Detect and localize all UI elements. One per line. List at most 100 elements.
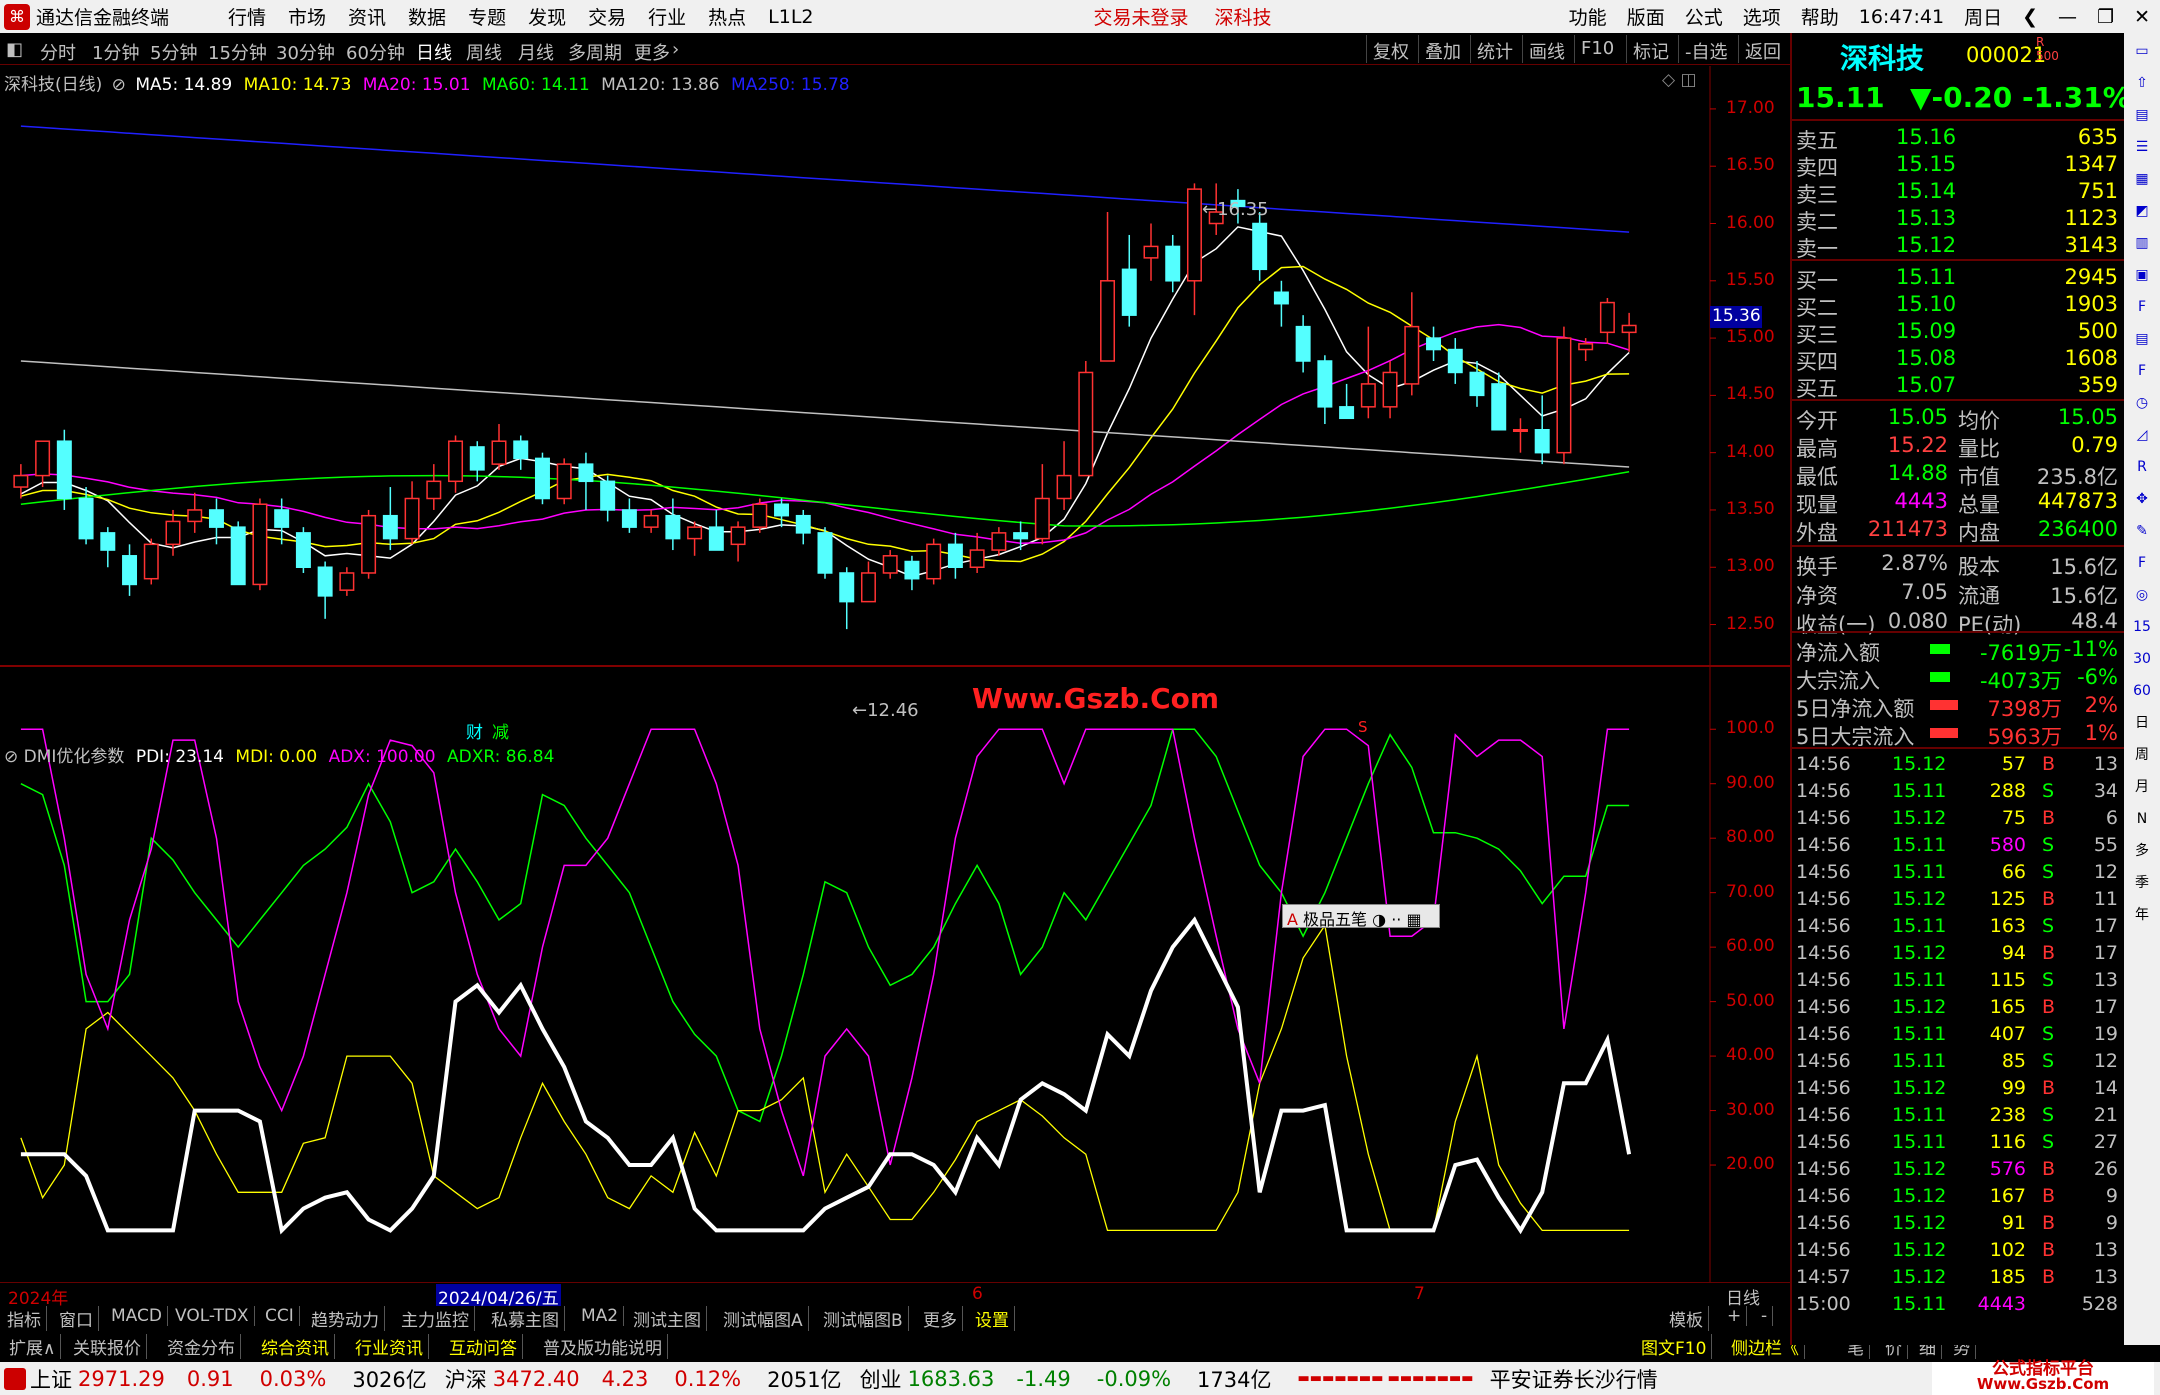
f2-icon[interactable]: F — [2128, 357, 2156, 385]
reduce-marker[interactable]: 减 — [492, 718, 509, 743]
index-name[interactable]: 创业 — [860, 1364, 902, 1394]
extension-tab[interactable]: 扩展∧ — [4, 1334, 62, 1359]
sidebar-period-5[interactable]: 季 — [2128, 869, 2156, 897]
clock-icon[interactable]: ◷ — [2128, 389, 2156, 417]
indicator-tab[interactable]: 设置 — [970, 1306, 1015, 1331]
btn-watchlist[interactable]: -自选 — [1678, 35, 1734, 63]
menu-function[interactable]: 功能 — [1569, 3, 1607, 30]
indicator-tab[interactable]: VOL-TDX — [170, 1306, 255, 1326]
menu-hot[interactable]: 热点 — [708, 3, 746, 30]
sidebar-period-3[interactable]: N — [2128, 805, 2156, 833]
close-icon[interactable]: ✕ — [2134, 6, 2150, 28]
extension-tab[interactable]: 综合资讯 — [256, 1334, 335, 1359]
arrows-icon[interactable]: ✥ — [2128, 485, 2156, 513]
extension-tab[interactable]: 行业资讯 — [350, 1334, 429, 1359]
tab-monthly[interactable]: 月线 — [518, 39, 554, 65]
panel-switch-tab[interactable]: 图文F10 — [1636, 1334, 1713, 1359]
btn-return[interactable]: 返回 — [1738, 35, 1787, 63]
tab-60min[interactable]: 60分钟 — [346, 39, 405, 65]
sidebar-period-4[interactable]: 多 — [2128, 837, 2156, 865]
num60-icon[interactable]: 60 — [2128, 677, 2156, 705]
tab-30min[interactable]: 30分钟 — [276, 39, 335, 65]
tab-1min[interactable]: 1分钟 — [92, 39, 139, 65]
zoom-icons[interactable]: ◇ ◫ — [1662, 70, 1697, 90]
btn-mark[interactable]: 标记 — [1626, 35, 1675, 63]
pen-icon[interactable]: ✎ — [2128, 517, 2156, 545]
doc-icon[interactable]: ▤ — [2128, 325, 2156, 353]
alarm-icon[interactable]: ◎ — [2128, 581, 2156, 609]
extension-tab[interactable]: 互动问答 — [444, 1334, 523, 1359]
extension-tab[interactable]: 资金分布 — [162, 1334, 241, 1359]
tab-multi-period[interactable]: 多周期 — [568, 39, 622, 65]
f10-icon[interactable]: F — [2128, 293, 2156, 321]
sidebar-period-0[interactable]: 日 — [2128, 709, 2156, 737]
ime-toolbar[interactable]: A 极品五笔 ◑ ·· ▦ — [1282, 904, 1440, 929]
btn-stats[interactable]: 统计 — [1470, 35, 1519, 63]
indicator-tab[interactable]: MA2 — [576, 1306, 625, 1326]
menu-industry[interactable]: 行业 — [648, 3, 686, 30]
btn-draw[interactable]: 画线 — [1522, 35, 1571, 63]
menu-market[interactable]: 市场 — [288, 3, 326, 30]
tab-5min[interactable]: 5分钟 — [150, 39, 197, 65]
book-icon[interactable]: ▤ — [2128, 101, 2156, 129]
menu-data[interactable]: 数据 — [408, 3, 446, 30]
menu-discover[interactable]: 发现 — [528, 3, 566, 30]
btn-overlay[interactable]: 叠加 — [1418, 35, 1467, 63]
table-icon[interactable]: ▣ — [2128, 261, 2156, 289]
template-button[interactable]: 模板 — [1664, 1306, 1709, 1331]
indicator-tab[interactable]: 测试幅图A — [718, 1306, 809, 1331]
indicator-tab[interactable]: 私募主图 — [486, 1306, 565, 1331]
menu-options[interactable]: 选项 — [1743, 3, 1781, 30]
panel-toggle-icon[interactable]: ◧ — [6, 39, 23, 60]
menu-help[interactable]: 帮助 — [1801, 3, 1839, 30]
grid-icon[interactable]: ▦ — [2128, 165, 2156, 193]
indicator-tab[interactable]: 窗口 — [54, 1306, 99, 1331]
legend-toggle-icon[interactable]: ⊘ — [4, 747, 18, 767]
tab-15min[interactable]: 15分钟 — [208, 39, 267, 65]
minimize-icon[interactable]: — — [2058, 6, 2077, 28]
chart-area[interactable]: 深科技(日线) ⊘ MA5: 14.89 MA10: 14.73 MA20: 1… — [0, 66, 1790, 1309]
menu-topics[interactable]: 专题 — [468, 3, 506, 30]
remove-indicator-button[interactable]: - — [1756, 1306, 1774, 1326]
indicator-tab[interactable]: 主力监控 — [396, 1306, 475, 1331]
extension-tab[interactable]: 普及版功能说明 — [538, 1334, 668, 1359]
num30-icon[interactable]: 30 — [2128, 645, 2156, 673]
tab-intraday[interactable]: 分时 — [40, 39, 76, 65]
rsi-icon[interactable]: R — [2128, 453, 2156, 481]
window-icon[interactable]: ▭ — [2128, 37, 2156, 65]
sidebar-period-2[interactable]: 月 — [2128, 773, 2156, 801]
indicator-tab[interactable]: 更多 — [918, 1306, 963, 1331]
num15-icon[interactable]: 15 — [2128, 613, 2156, 641]
indicator-tab[interactable]: 指标 — [2, 1306, 47, 1331]
login-status[interactable]: 交易未登录 — [1094, 3, 1189, 30]
menu-news[interactable]: 资讯 — [348, 3, 386, 30]
indicator-tab[interactable]: 趋势动力 — [306, 1306, 385, 1331]
fs-icon[interactable]: F — [2128, 549, 2156, 577]
index-name[interactable]: 上证 — [30, 1364, 72, 1394]
back-icon[interactable]: ❮ — [2022, 6, 2038, 28]
sidebar-period-1[interactable]: 周 — [2128, 741, 2156, 769]
restore-icon[interactable]: ❐ — [2097, 6, 2114, 28]
menu-l1l2[interactable]: L1L2 — [768, 6, 813, 28]
btn-adjust[interactable]: 复权 — [1366, 35, 1415, 63]
legend-toggle-icon[interactable]: ⊘ — [112, 75, 126, 95]
index-name[interactable]: 沪深 — [445, 1364, 487, 1394]
kline-chart[interactable] — [0, 66, 1790, 1306]
s-marker[interactable]: S — [1358, 718, 1368, 736]
graph-icon[interactable]: ◿ — [2128, 421, 2156, 449]
sidebar-period-6[interactable]: 年 — [2128, 901, 2156, 929]
tab-weekly[interactable]: 周线 — [466, 39, 502, 65]
indicator-tab[interactable]: CCI — [260, 1306, 300, 1326]
btn-f10[interactable]: F10 — [1574, 35, 1620, 63]
more-chevron-icon[interactable]: › — [672, 39, 679, 60]
menu-quotes[interactable]: 行情 — [228, 3, 266, 30]
menu-formula[interactable]: 公式 — [1685, 3, 1723, 30]
menu-layout[interactable]: 版面 — [1627, 3, 1665, 30]
tab-daily[interactable]: 日线 — [416, 39, 452, 65]
candle-icon[interactable]: ▥ — [2128, 229, 2156, 257]
add-indicator-button[interactable]: + — [1722, 1306, 1748, 1326]
indicator-tab[interactable]: 测试主图 — [628, 1306, 707, 1331]
menu-trade[interactable]: 交易 — [588, 3, 626, 30]
up-icon[interactable]: ⇧ — [2128, 69, 2156, 97]
chart-icon[interactable]: ◩ — [2128, 197, 2156, 225]
